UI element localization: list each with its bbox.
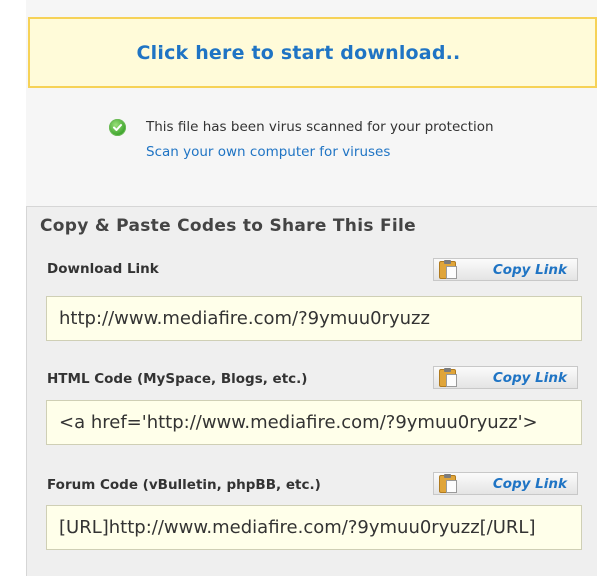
download-link-box[interactable] xyxy=(46,296,582,341)
copy-link-label: Copy Link xyxy=(492,369,567,386)
share-header: Copy & Paste Codes to Share This File xyxy=(40,216,416,236)
download-link-field[interactable] xyxy=(59,308,581,329)
check-circle-icon xyxy=(109,119,126,136)
scan-computer-link[interactable]: Scan your own computer for viruses xyxy=(146,144,390,160)
forum-code-field[interactable] xyxy=(59,517,581,538)
download-box: Click here to start download.. xyxy=(28,17,597,88)
forum-code-box[interactable] xyxy=(46,505,582,550)
html-code-box[interactable] xyxy=(46,400,582,445)
copy-download-link-button[interactable]: Copy Link xyxy=(433,258,578,281)
clipboard-icon xyxy=(439,474,457,493)
download-link-label: Download Link xyxy=(47,261,159,277)
html-code-field[interactable] xyxy=(59,412,581,433)
copy-link-label: Copy Link xyxy=(492,261,567,278)
clipboard-icon xyxy=(439,260,457,279)
clipboard-icon xyxy=(439,368,457,387)
html-code-label: HTML Code (MySpace, Blogs, etc.) xyxy=(47,371,308,387)
copy-html-code-button[interactable]: Copy Link xyxy=(433,366,578,389)
start-download-link[interactable]: Click here to start download.. xyxy=(137,42,461,64)
copy-forum-code-button[interactable]: Copy Link xyxy=(433,472,578,495)
forum-code-label: Forum Code (vBulletin, phpBB, etc.) xyxy=(47,477,321,493)
virus-scan-message: This file has been virus scanned for you… xyxy=(146,119,494,135)
left-margin xyxy=(0,0,26,576)
copy-link-label: Copy Link xyxy=(492,475,567,492)
